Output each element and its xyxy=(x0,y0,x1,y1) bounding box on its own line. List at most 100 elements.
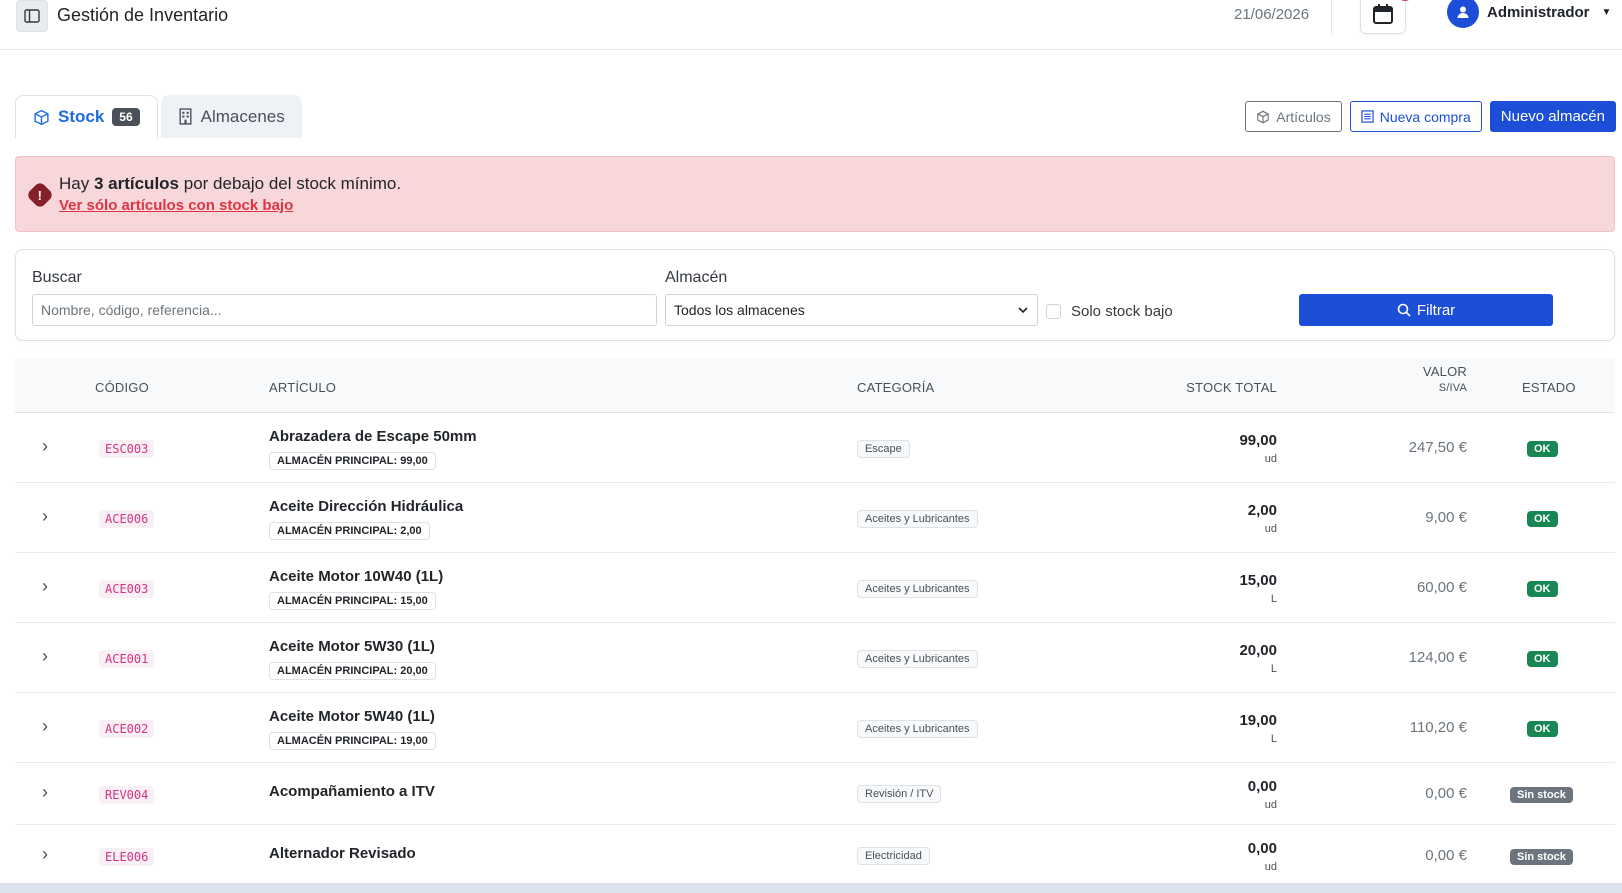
table-row[interactable]: › ACE006 Aceite Dirección Hidráulica ALM… xyxy=(15,483,1615,553)
item-name: Aceite Motor 5W30 (1L) xyxy=(269,638,435,655)
calendar-icon xyxy=(1373,4,1393,24)
chevron-right-icon[interactable]: › xyxy=(42,576,48,597)
alert-count: 3 artículos xyxy=(93,174,180,193)
chevron-right-icon[interactable]: › xyxy=(42,436,48,457)
stock-unit: ud xyxy=(1264,799,1277,811)
current-date: 21/06/2026 xyxy=(1234,6,1310,23)
stock-unit: L xyxy=(1270,593,1277,605)
chevron-right-icon[interactable]: › xyxy=(42,506,48,527)
warehouse-select[interactable]: Todos los almacenes xyxy=(665,294,1038,326)
sidebar-toggle-icon xyxy=(24,9,40,23)
chevron-right-icon[interactable]: › xyxy=(42,646,48,667)
alert-octagon-icon: ! xyxy=(25,180,55,210)
column-status[interactable]: ESTADO xyxy=(1522,380,1576,395)
low-stock-link[interactable]: Ver sólo artículos con stock bajo xyxy=(59,197,293,214)
table-row[interactable]: › ELE006 Alternador Revisado Electricida… xyxy=(15,825,1615,887)
alert-message: Hay 3 artículos por debajo del stock mín… xyxy=(59,174,401,194)
stock-total: 0,00 xyxy=(1247,778,1277,795)
header-actions: Artículos Nueva compra Nuevo almacén xyxy=(1245,101,1616,132)
table-row[interactable]: › ACE003 Aceite Motor 10W40 (1L) ALMACÉN… xyxy=(15,553,1615,623)
column-category[interactable]: CATEGORÍA xyxy=(857,380,934,395)
search-icon xyxy=(1397,303,1411,317)
chevron-right-icon[interactable]: › xyxy=(42,716,48,737)
user-name: Administrador xyxy=(1487,3,1590,21)
receipt-icon xyxy=(1361,110,1374,123)
nuevo-almacen-button[interactable]: Nuevo almacén xyxy=(1489,101,1616,132)
stock-value: 0,00 € xyxy=(1425,847,1467,864)
status-badge: OK xyxy=(1527,581,1558,597)
stock-total: 0,00 xyxy=(1247,840,1277,857)
caret-down-icon: ▼ xyxy=(1601,6,1612,18)
stock-unit: ud xyxy=(1264,861,1277,873)
chevron-right-icon[interactable]: › xyxy=(42,844,48,865)
articulos-button[interactable]: Artículos xyxy=(1245,101,1342,132)
table-row[interactable]: › ESC003 Abrazadera de Escape 50mm ALMAC… xyxy=(15,413,1615,483)
stock-total: 2,00 xyxy=(1247,502,1277,519)
item-name: Acompañamiento a ITV xyxy=(269,783,435,800)
filter-button[interactable]: Filtrar xyxy=(1299,294,1553,326)
warehouse-stock-badge: ALMACÉN PRINCIPAL: 99,00 xyxy=(269,452,436,470)
calendar-button[interactable] xyxy=(1360,0,1413,34)
stock-unit: ud xyxy=(1264,523,1277,535)
item-name: Aceite Motor 5W40 (1L) xyxy=(269,708,435,725)
category-badge: Revisión / ITV xyxy=(857,785,942,803)
item-code: ACE001 xyxy=(99,650,155,668)
stock-value: 60,00 € xyxy=(1416,579,1467,596)
column-code[interactable]: CÓDIGO xyxy=(95,380,149,395)
table-row[interactable]: › REV004 Acompañamiento a ITV Revisión /… xyxy=(15,763,1615,825)
stock-value: 0,00 € xyxy=(1425,785,1467,802)
page-title: Gestión de Inventario xyxy=(57,5,229,25)
tab-almacenes[interactable]: Almacenes xyxy=(160,95,302,138)
status-badge: OK xyxy=(1527,651,1558,667)
low-stock-checkbox-group[interactable]: Solo stock bajo xyxy=(1046,303,1173,320)
item-name: Aceite Dirección Hidráulica xyxy=(269,498,464,515)
stock-total: 99,00 xyxy=(1239,432,1277,449)
table-header: CÓDIGO ARTÍCULO CATEGORÍA STOCK TOTAL VA… xyxy=(15,358,1615,413)
item-code: ACE003 xyxy=(99,580,155,598)
low-stock-checkbox[interactable] xyxy=(1046,304,1061,319)
user-menu[interactable]: Administrador ▼ xyxy=(1447,0,1611,28)
search-input[interactable]: Nombre, código, referencia... xyxy=(32,294,657,326)
category-badge: Aceites y Lubricantes xyxy=(857,650,978,668)
status-badge: Sin stock xyxy=(1510,787,1573,803)
notification-badge xyxy=(1397,0,1413,1)
sidebar-toggle-button[interactable] xyxy=(16,0,48,32)
column-stock[interactable]: STOCK TOTAL xyxy=(1186,380,1277,395)
column-article[interactable]: ARTÍCULO xyxy=(269,380,336,395)
category-badge: Aceites y Lubricantes xyxy=(857,580,978,598)
item-code: ACE002 xyxy=(99,720,155,738)
stock-value: 124,00 € xyxy=(1408,649,1467,666)
tab-stock[interactable]: Stock 56 xyxy=(15,95,158,138)
table-row[interactable]: › ACE001 Aceite Motor 5W30 (1L) ALMACÉN … xyxy=(15,623,1615,693)
warehouse-stock-badge: ALMACÉN PRINCIPAL: 2,00 xyxy=(269,522,430,540)
item-code: ESC003 xyxy=(99,440,155,458)
nueva-compra-button[interactable]: Nueva compra xyxy=(1349,101,1482,132)
stock-unit: L xyxy=(1270,733,1277,745)
box-icon xyxy=(1257,110,1270,123)
tab-stock-label: Stock xyxy=(58,107,105,126)
stock-value: 110,20 € xyxy=(1409,719,1467,736)
warehouse-select-value: Todos los almacenes xyxy=(674,302,805,318)
item-code: ACE006 xyxy=(99,510,155,528)
stock-total: 15,00 xyxy=(1239,572,1277,589)
item-code: ELE006 xyxy=(99,848,155,866)
articulos-button-label: Artículos xyxy=(1276,108,1331,125)
category-badge: Escape xyxy=(857,440,910,458)
item-code: REV004 xyxy=(99,786,155,804)
category-badge: Aceites y Lubricantes xyxy=(857,720,978,738)
building-icon xyxy=(179,108,192,125)
table-row[interactable]: › ACE002 Aceite Motor 5W40 (1L) ALMACÉN … xyxy=(15,693,1615,763)
low-stock-checkbox-label: Solo stock bajo xyxy=(1071,303,1173,320)
window-bottom-edge xyxy=(0,883,1622,893)
status-badge: OK xyxy=(1527,511,1558,527)
category-badge: Electricidad xyxy=(857,847,930,865)
filter-button-label: Filtrar xyxy=(1416,301,1456,319)
nuevo-almacen-button-label: Nuevo almacén xyxy=(1500,108,1605,125)
nueva-compra-button-label: Nueva compra xyxy=(1379,108,1471,125)
stock-table: CÓDIGO ARTÍCULO CATEGORÍA STOCK TOTAL VA… xyxy=(15,358,1615,887)
chevron-right-icon[interactable]: › xyxy=(42,782,48,803)
item-name: Alternador Revisado xyxy=(269,845,416,862)
column-value[interactable]: VALOR S/IVA xyxy=(1423,364,1467,394)
stock-total: 19,00 xyxy=(1239,712,1277,729)
warehouse-label: Almacén xyxy=(665,269,728,286)
